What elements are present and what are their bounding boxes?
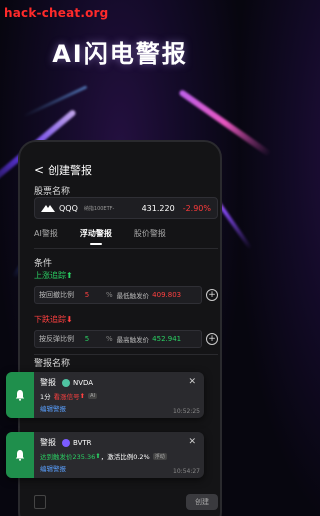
bottom-bar: 创建: [34, 494, 218, 510]
alert-notification[interactable]: 警报 NVDA ✕ 1分 看涨信号 ⬆ AI 编辑警报 10:52:25: [6, 372, 204, 418]
symbol-chip: NVDA: [62, 378, 94, 387]
stock-section-label: 股票名称: [34, 187, 71, 197]
stock-name: 纳指100ETF-: [83, 205, 115, 212]
trail-up-field-label: 按回撤比例: [39, 291, 74, 299]
nvda-logo-icon: [62, 378, 70, 387]
stock-change: -2.90%: [182, 203, 211, 213]
arrow-down-icon: ⬇: [66, 315, 73, 324]
divider: [34, 354, 218, 355]
signal-text: 看涨信号: [53, 393, 80, 401]
divider: [34, 248, 218, 249]
hero-title: AI闪电警报: [52, 40, 188, 68]
conditions-label: 条件: [34, 259, 53, 269]
symbol-name: BVTR: [73, 438, 92, 447]
trail-down-title: 下跌追踪⬇: [34, 315, 73, 324]
close-icon[interactable]: ✕: [188, 377, 196, 387]
invesco-logo-icon: [41, 205, 55, 212]
trail-up-value[interactable]: 5: [78, 291, 96, 299]
bell-icon: [15, 390, 25, 401]
notification-message: 1分 看涨信号 ⬆ AI: [40, 392, 97, 401]
tab-price-alert[interactable]: 股价警报: [134, 228, 166, 245]
bvtr-logo-icon: [62, 438, 70, 447]
alert-notification[interactable]: 警报 BVTR ✕ 达到触发价235.36 ⬆ ，激活比例0.2% 浮动 编辑警…: [6, 432, 204, 478]
watermark: hack-cheat.org: [4, 6, 109, 20]
add-condition-button[interactable]: +: [206, 333, 218, 345]
alert-name-label: 警报名称: [34, 359, 71, 369]
page-title: 创建警报: [48, 164, 93, 177]
notification-title: 警报: [40, 438, 56, 447]
light-streak: [22, 85, 88, 118]
percent-unit: %: [106, 335, 113, 343]
trail-down-value[interactable]: 5: [78, 335, 96, 343]
symbol-name: NVDA: [73, 378, 94, 387]
tab-ai-alert[interactable]: AI警报: [34, 228, 58, 245]
trail-up-ref-label: 最低触发价: [116, 292, 150, 300]
source-tag: 浮动: [152, 452, 167, 460]
stock-price: 431.220: [141, 203, 175, 213]
create-button[interactable]: 创建: [186, 494, 218, 510]
trail-down-field-label: 按反弹比例: [39, 335, 74, 343]
close-icon[interactable]: ✕: [188, 437, 196, 447]
notification-title: 警报: [40, 378, 56, 387]
stock-selector[interactable]: QQQ 纳指100ETF- 431.220 -2.90%: [34, 197, 218, 219]
notification-time: 10:54:27: [173, 468, 200, 475]
lock-icon: [34, 495, 46, 509]
alert-type-tabs: AI警报 浮动警报 股价警报: [34, 228, 188, 245]
arrow-up-icon: ⬆: [79, 392, 86, 400]
notification-strip: [6, 432, 34, 478]
symbol-chip: BVTR: [62, 438, 92, 447]
trail-down-input[interactable]: 按反弹比例 5 % 最高触发价 452.941: [34, 330, 202, 348]
signal-text: ，激活比例0.2%: [100, 453, 150, 461]
back-button[interactable]: <: [34, 163, 44, 177]
arrow-up-icon: ⬆: [66, 271, 73, 280]
add-condition-button[interactable]: +: [206, 289, 218, 301]
notification-time: 10:52:25: [173, 408, 200, 415]
nav-bar: < 创建警报: [34, 162, 92, 178]
stock-code: QQQ: [59, 203, 78, 213]
trail-down-ref-value: 452.941: [152, 335, 182, 343]
bell-icon: [15, 450, 25, 461]
notification-message: 达到触发价235.36 ⬆ ，激活比例0.2% 浮动: [40, 452, 167, 461]
source-tag: AI: [88, 393, 97, 399]
trail-up-ref-value: 409.803: [152, 291, 182, 299]
trail-up-title: 上涨追踪⬆: [34, 271, 73, 280]
tab-floating-alert[interactable]: 浮动警报: [80, 228, 112, 245]
notification-strip: [6, 372, 34, 418]
percent-unit: %: [106, 291, 113, 299]
trail-down-ref-label: 最高触发价: [116, 336, 150, 344]
trail-up-input[interactable]: 按回撤比例 5 % 最低触发价 409.803: [34, 286, 202, 304]
